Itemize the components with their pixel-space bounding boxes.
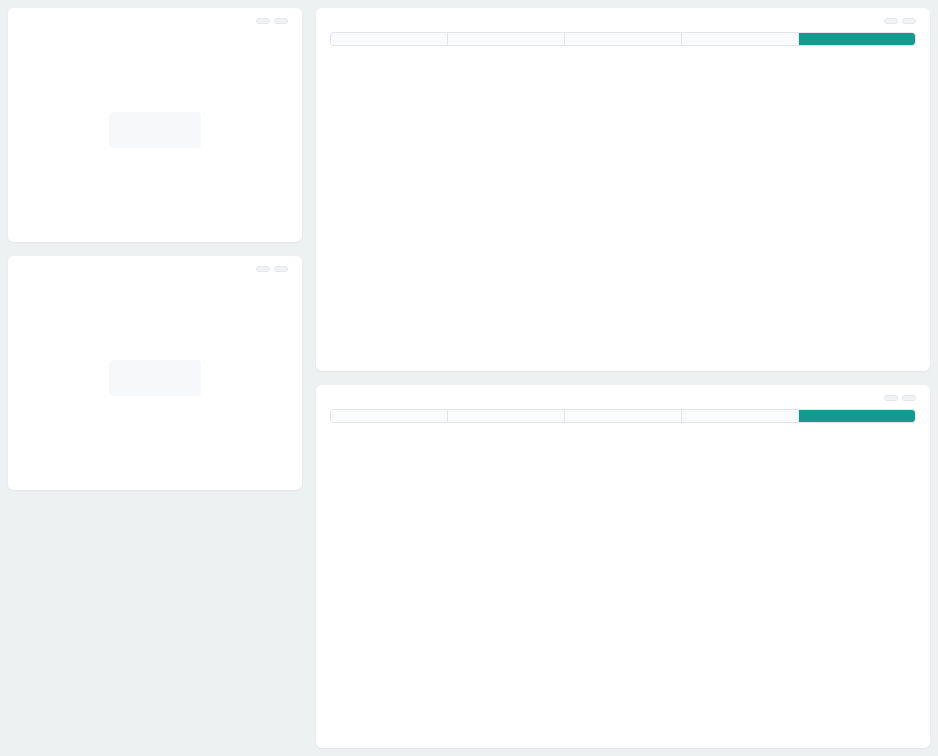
tab-15d[interactable]	[331, 410, 448, 422]
pressure-chart	[326, 431, 920, 738]
badge-gy68	[902, 18, 916, 24]
badge-p2	[256, 18, 270, 24]
badge-gy68	[274, 18, 288, 24]
temperature-chart	[326, 54, 920, 361]
temperature-value-card	[8, 8, 302, 242]
pressure-chart-card	[316, 385, 930, 748]
tab-live[interactable]	[799, 33, 915, 45]
tab-7d[interactable]	[448, 410, 565, 422]
pressure-value	[109, 360, 201, 396]
badge-gy68	[902, 395, 916, 401]
range-tabs	[330, 409, 916, 423]
tab-1h[interactable]	[682, 33, 799, 45]
badges	[884, 18, 916, 24]
badges	[884, 395, 916, 401]
tab-1d[interactable]	[565, 33, 682, 45]
range-tabs	[330, 32, 916, 46]
badges	[256, 18, 288, 24]
tab-1h[interactable]	[682, 410, 799, 422]
temperature-value	[109, 112, 201, 148]
badges	[256, 266, 288, 272]
temperature-chart-card	[316, 8, 930, 371]
badge-p2	[884, 395, 898, 401]
pressure-value-card	[8, 256, 302, 490]
tab-live[interactable]	[799, 410, 915, 422]
tab-7d[interactable]	[448, 33, 565, 45]
badge-p2	[884, 18, 898, 24]
tab-1d[interactable]	[565, 410, 682, 422]
badge-p2	[256, 266, 270, 272]
tab-15d[interactable]	[331, 33, 448, 45]
badge-gy68	[274, 266, 288, 272]
